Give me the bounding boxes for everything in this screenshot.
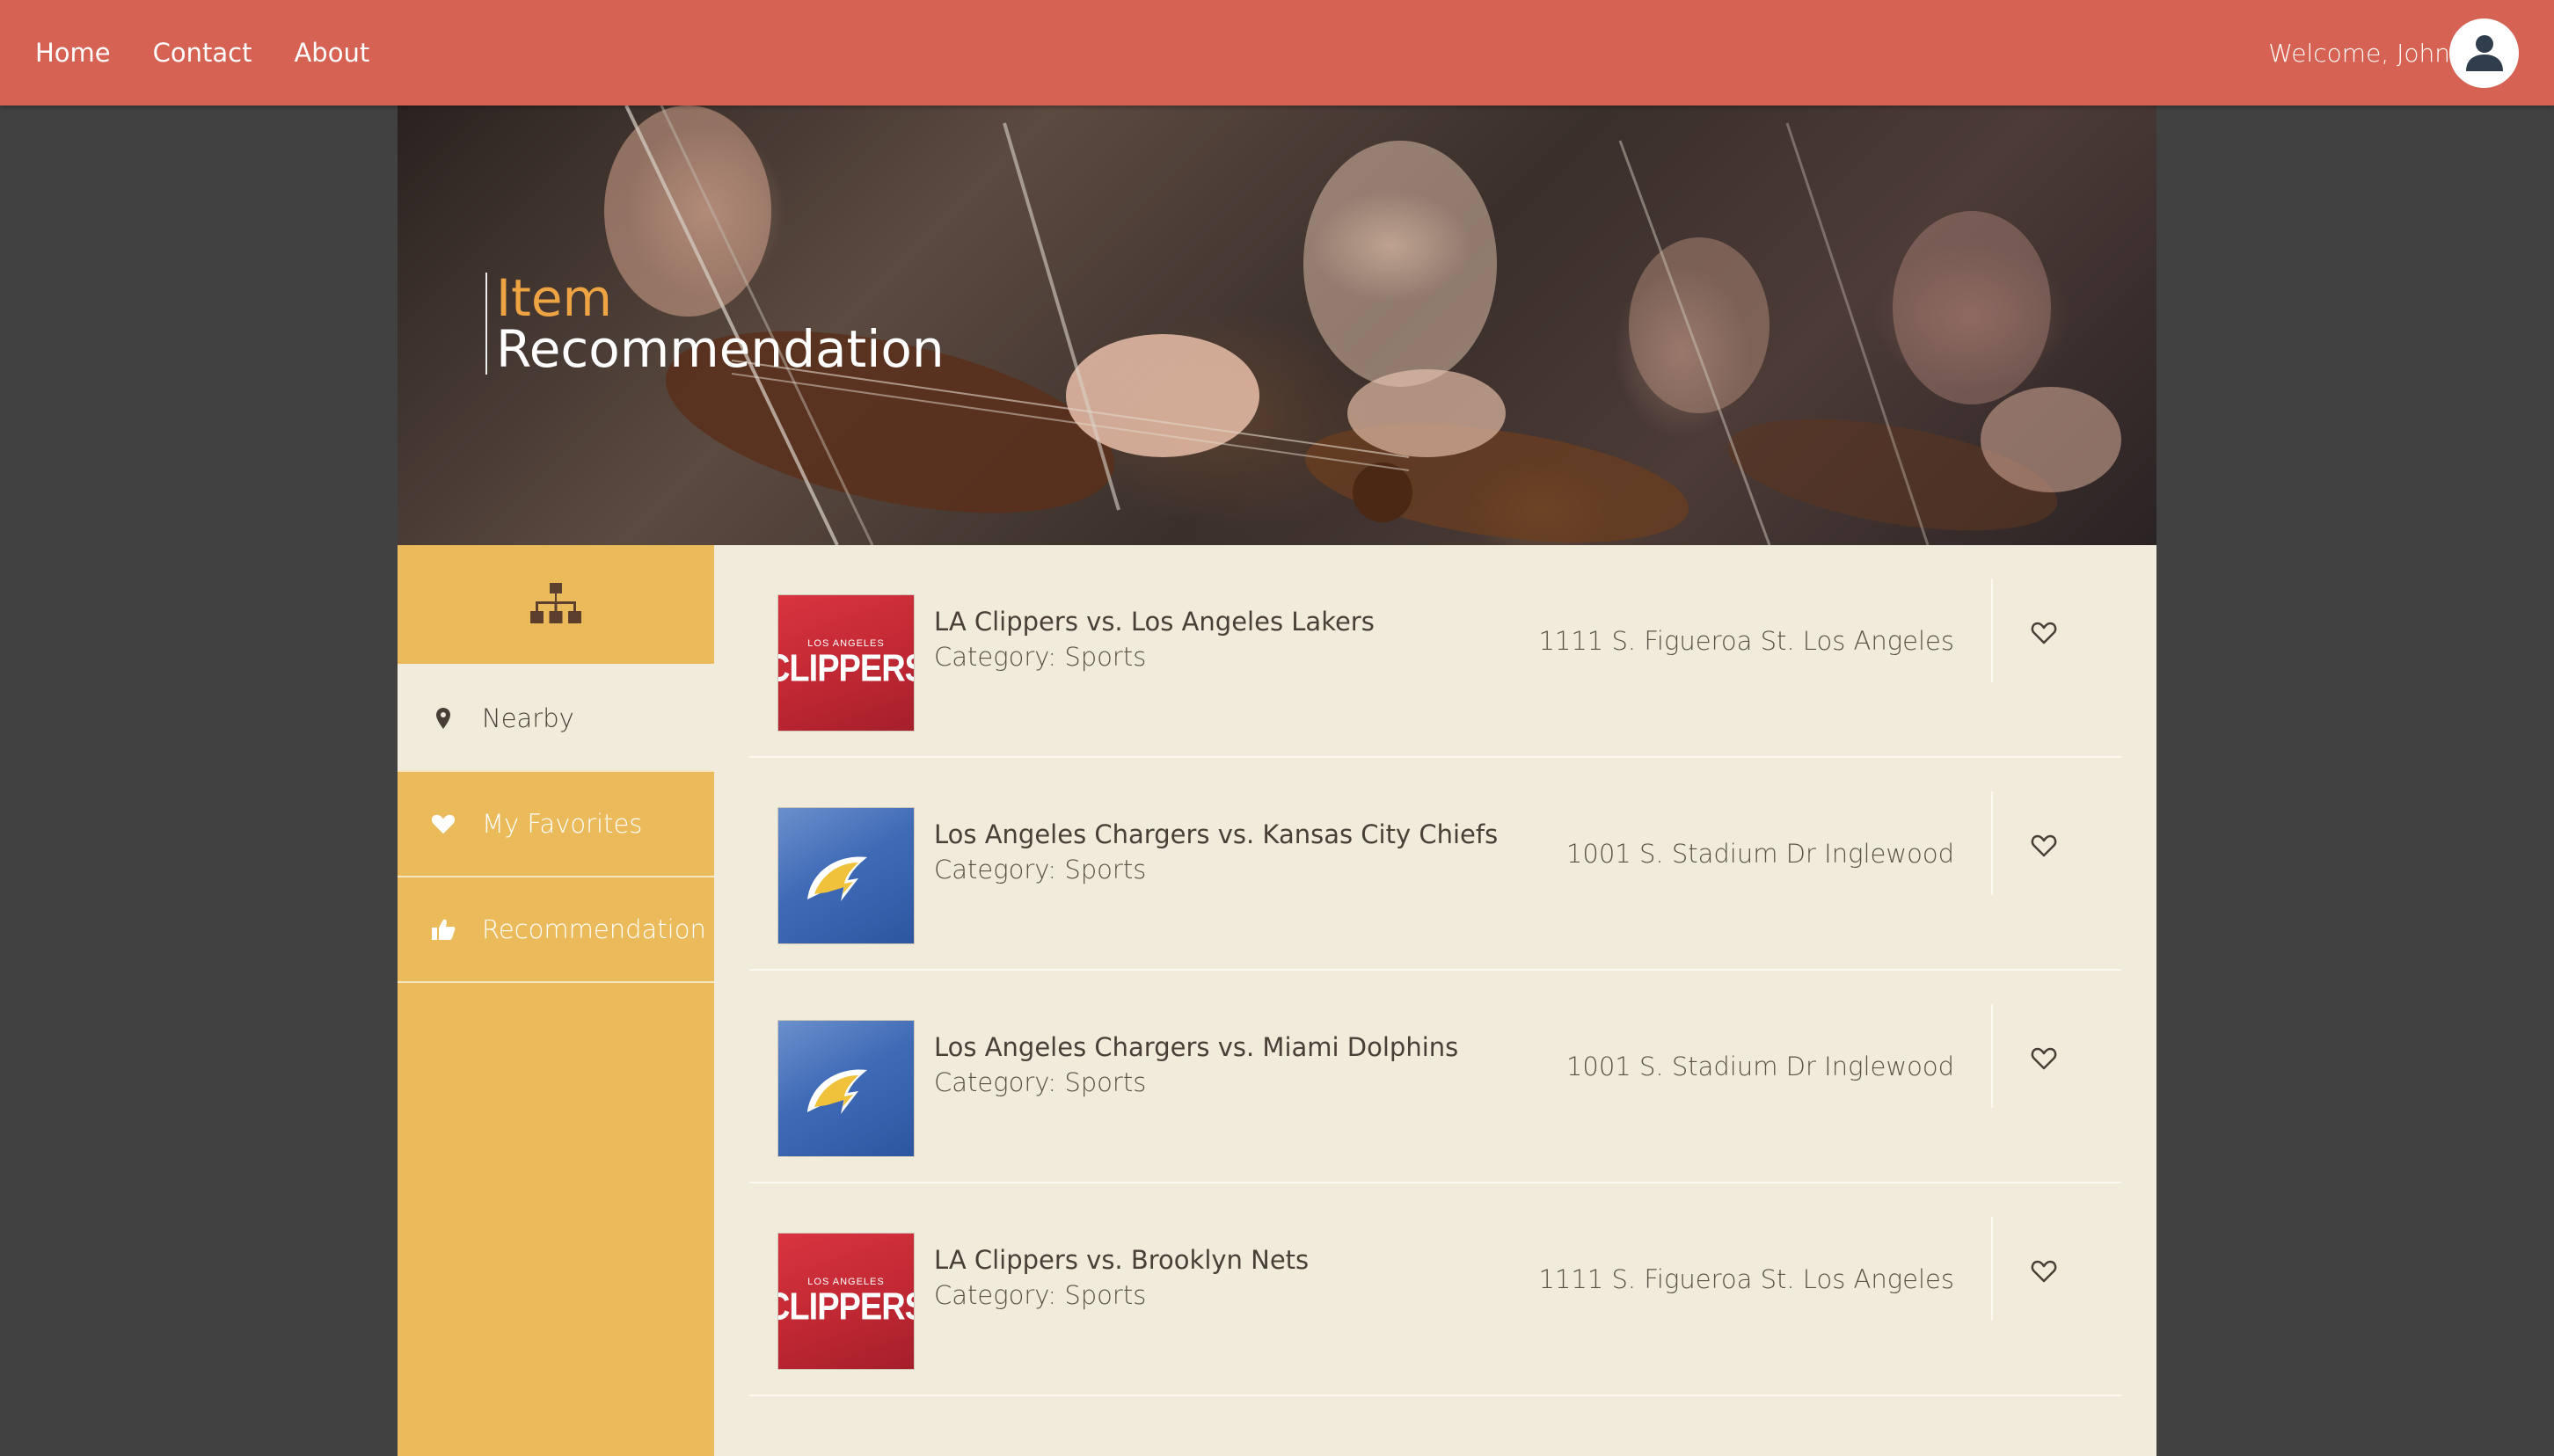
- clippers-logo-image: LOS ANGELES CLIPPERS: [777, 1233, 915, 1370]
- list-item[interactable]: Los Angeles Chargers vs. Kansas City Chi…: [749, 758, 2121, 971]
- item-title[interactable]: LA Clippers vs. Los Angeles Lakers: [934, 607, 1375, 637]
- divider: [1991, 1004, 1993, 1108]
- favorite-heart-icon[interactable]: [2026, 828, 2061, 863]
- divider: [1991, 791, 1993, 895]
- nav-link-about[interactable]: About: [294, 40, 369, 66]
- divider: [1991, 1217, 1993, 1321]
- item-category: Category: Sports: [934, 1067, 1147, 1097]
- favorite-heart-icon[interactable]: [2026, 1041, 2061, 1076]
- item-category: Category: Sports: [934, 642, 1147, 672]
- sidebar-item-label: Nearby: [482, 703, 574, 733]
- logo-big-text: CLIPPERS: [778, 647, 914, 690]
- sidebar-item-recommendation[interactable]: Recommendation: [398, 877, 714, 983]
- sidebar-item-nearby[interactable]: Nearby: [398, 666, 714, 772]
- chargers-logo-image: [777, 1020, 915, 1157]
- clippers-logo-image: LOS ANGELES CLIPPERS: [777, 594, 915, 732]
- page-title-line1: Item: [496, 268, 613, 328]
- sidebar-header: [398, 545, 714, 666]
- hero-banner: Item Recommendation: [398, 106, 2156, 545]
- item-address: 1111 S. Figueroa St. Los Angeles: [1538, 626, 1954, 656]
- page-title: Item Recommendation: [485, 273, 945, 375]
- item-title[interactable]: Los Angeles Chargers vs. Miami Dolphins: [934, 1032, 1458, 1062]
- sidebar: Nearby My Favorites Recommendation: [398, 545, 714, 1456]
- thumbs-up-icon: [431, 917, 456, 942]
- item-category: Category: Sports: [934, 1280, 1147, 1310]
- map-pin-icon: [431, 706, 456, 731]
- item-title[interactable]: LA Clippers vs. Brooklyn Nets: [934, 1245, 1309, 1275]
- item-category: Category: Sports: [934, 855, 1147, 885]
- nav-link-home[interactable]: Home: [35, 40, 111, 66]
- item-address: 1001 S. Stadium Dr Inglewood: [1565, 839, 1954, 869]
- item-title[interactable]: Los Angeles Chargers vs. Kansas City Chi…: [934, 819, 1498, 849]
- logo-small-text: LOS ANGELES: [807, 637, 885, 649]
- chargers-logo-image: [777, 807, 915, 944]
- welcome-text: Welcome, John: [2268, 38, 2450, 68]
- list-item[interactable]: Los Angeles Chargers vs. Miami Dolphins …: [749, 971, 2121, 1183]
- favorite-heart-icon[interactable]: [2026, 1254, 2061, 1289]
- divider: [1991, 579, 1993, 682]
- list-item[interactable]: LOS ANGELES CLIPPERS LA Clippers vs. Bro…: [749, 1183, 2121, 1396]
- sidebar-item-label: Recommendation: [482, 914, 706, 944]
- sitemap-icon: [530, 582, 581, 623]
- sidebar-item-favorites[interactable]: My Favorites: [398, 772, 714, 877]
- main-container: Item Recommendation Nearby My Favorites …: [398, 106, 2156, 1456]
- heart-icon: [431, 812, 456, 836]
- nav-link-contact[interactable]: Contact: [153, 40, 252, 66]
- item-list: LOS ANGELES CLIPPERS LA Clippers vs. Los…: [749, 545, 2121, 1396]
- item-address: 1001 S. Stadium Dr Inglewood: [1565, 1052, 1954, 1081]
- sidebar-item-label: My Favorites: [482, 809, 643, 839]
- top-nav: Home Contact About Welcome, John: [0, 0, 2554, 106]
- list-item[interactable]: LOS ANGELES CLIPPERS LA Clippers vs. Los…: [749, 545, 2121, 758]
- page-title-line2: Recommendation: [496, 319, 945, 379]
- user-avatar-icon[interactable]: [2449, 18, 2519, 88]
- favorite-heart-icon[interactable]: [2026, 615, 2061, 651]
- item-address: 1111 S. Figueroa St. Los Angeles: [1538, 1264, 1954, 1294]
- logo-small-text: LOS ANGELES: [807, 1276, 885, 1287]
- logo-big-text: CLIPPERS: [778, 1285, 914, 1329]
- nav-links: Home Contact About: [35, 0, 412, 106]
